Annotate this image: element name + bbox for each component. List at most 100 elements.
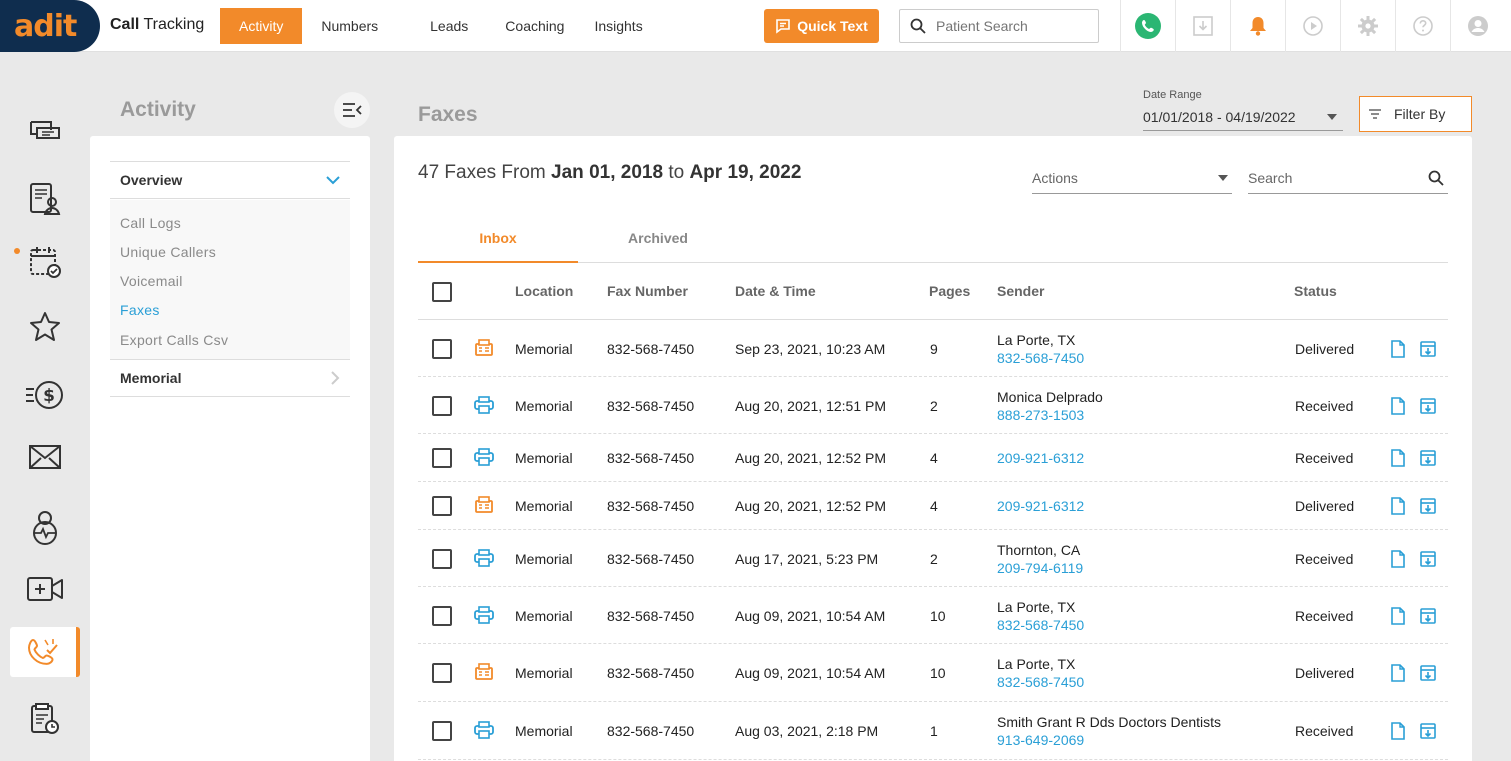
row-checkbox[interactable] (432, 605, 452, 626)
col-date-time[interactable]: Date & Time (735, 283, 816, 299)
tab-archived[interactable]: Archived (578, 218, 738, 263)
archive-icon[interactable] (1419, 607, 1437, 630)
view-document-icon[interactable] (1391, 396, 1405, 420)
cell-sender-phone[interactable]: 209-794-6119 (997, 560, 1083, 576)
archive-icon[interactable] (1419, 497, 1437, 520)
table-row[interactable]: Memorial 832-568-7450 Aug 20, 2021, 12:52 … (418, 482, 1448, 530)
download-icon[interactable] (1175, 0, 1230, 52)
cell-sender-phone[interactable]: 888-273-1503 (997, 407, 1084, 423)
view-document-icon[interactable] (1391, 449, 1405, 472)
rail-contacts-icon[interactable] (10, 112, 80, 152)
cell-pages: 10 (930, 607, 946, 624)
col-status[interactable]: Status (1294, 283, 1337, 299)
quick-text-button[interactable]: Quick Text (764, 9, 879, 43)
tab-inbox[interactable]: Inbox (418, 218, 578, 263)
cell-date-time: Aug 20, 2021, 12:51 PM (735, 397, 886, 414)
view-document-icon[interactable] (1391, 549, 1405, 573)
archive-icon[interactable] (1419, 722, 1437, 745)
row-checkbox[interactable] (432, 496, 452, 516)
rail-star-icon[interactable] (10, 302, 80, 352)
nav-numbers[interactable]: Numbers (302, 8, 397, 44)
caret-down-icon (1218, 174, 1228, 181)
rail-patient-form-icon[interactable] (10, 174, 80, 224)
link-voicemail[interactable]: Voicemail (120, 273, 183, 289)
cell-location: Memorial (515, 340, 573, 357)
archive-icon[interactable] (1419, 449, 1437, 472)
table-row[interactable]: Memorial 832-568-7450 Aug 09, 2021, 10:54 … (418, 644, 1448, 702)
gear-icon[interactable] (1340, 0, 1395, 52)
cell-sender-phone[interactable]: 209-921-6312 (997, 450, 1084, 466)
help-icon[interactable] (1395, 0, 1450, 52)
cell-sender-phone[interactable]: 209-921-6312 (997, 498, 1084, 514)
rail-calendar-icon[interactable] (10, 237, 80, 287)
table-row[interactable]: Memorial 832-568-7450 Aug 20, 2021, 12:52 … (418, 434, 1448, 482)
rail-report-icon[interactable] (10, 694, 80, 744)
link-unique-callers[interactable]: Unique Callers (120, 244, 216, 260)
table-row[interactable]: Memorial 832-568-7450 Sep 23, 2021, 10:23 … (418, 320, 1448, 377)
location-section-header[interactable]: Memorial (110, 359, 350, 397)
col-sender[interactable]: Sender (997, 283, 1044, 299)
col-location[interactable]: Location (515, 283, 573, 299)
user-avatar-icon[interactable] (1450, 0, 1505, 52)
view-document-icon[interactable] (1391, 497, 1405, 520)
view-document-icon[interactable] (1391, 722, 1405, 745)
collapse-sidebar-button[interactable] (334, 92, 370, 128)
nav-insights[interactable]: Insights (578, 8, 661, 44)
rail-health-icon[interactable] (10, 502, 80, 552)
nav-coaching[interactable]: Coaching (499, 8, 578, 44)
nav-leads[interactable]: Leads (397, 8, 499, 44)
phone-icon[interactable] (1120, 0, 1175, 52)
play-icon[interactable] (1285, 0, 1340, 52)
overview-section-header[interactable]: Overview (110, 161, 350, 199)
link-export-calls-csv[interactable]: Export Calls Csv (120, 332, 228, 348)
link-faxes[interactable]: Faxes (120, 302, 160, 318)
row-checkbox[interactable] (432, 663, 452, 683)
rail-mail-icon[interactable] (10, 432, 80, 482)
bell-icon[interactable] (1230, 0, 1285, 52)
fax-sent-icon (473, 663, 495, 686)
cell-location: Memorial (515, 607, 573, 624)
cell-sender-name: Monica Delprado (997, 388, 1103, 405)
fax-sent-icon (473, 496, 495, 519)
col-fax-number[interactable]: Fax Number (607, 283, 688, 299)
actions-dropdown[interactable]: Actions (1032, 162, 1232, 194)
select-all-checkbox[interactable] (432, 282, 452, 302)
cell-sender-phone[interactable]: 832-568-7450 (997, 674, 1084, 690)
cell-date-time: Sep 23, 2021, 10:23 AM (735, 340, 886, 357)
table-row[interactable]: Memorial 832-568-7450 Aug 17, 2021, 5:23 P… (418, 530, 1448, 587)
cell-pages: 10 (930, 665, 946, 681)
archive-icon[interactable] (1419, 664, 1437, 687)
patient-search-input[interactable] (936, 18, 1086, 34)
archive-icon[interactable] (1419, 550, 1437, 573)
view-document-icon[interactable] (1391, 664, 1405, 687)
row-checkbox[interactable] (432, 721, 452, 741)
view-document-icon[interactable] (1391, 606, 1405, 630)
archive-icon[interactable] (1419, 340, 1437, 363)
col-pages[interactable]: Pages (929, 283, 970, 299)
patient-search[interactable] (899, 9, 1099, 43)
cell-sender-phone[interactable]: 913-649-2069 (997, 732, 1084, 748)
archive-icon[interactable] (1419, 397, 1437, 420)
rail-billing-icon[interactable]: $ (10, 370, 80, 420)
rail-call-tracking-icon[interactable] (10, 627, 80, 677)
link-call-logs[interactable]: Call Logs (120, 215, 181, 231)
svg-text:$: $ (43, 386, 55, 406)
date-range-select[interactable]: 01/01/2018 - 04/19/2022 (1143, 104, 1343, 131)
fax-search[interactable]: Search (1248, 162, 1448, 194)
table-row[interactable]: Memorial 832-568-7450 Aug 20, 2021, 12:51 … (418, 377, 1448, 434)
table-row[interactable]: Memorial 832-568-7450 Aug 03, 2021, 2:18 P… (418, 702, 1448, 760)
table-row[interactable]: Memorial 832-568-7450 Aug 09, 2021, 10:54 … (418, 587, 1448, 644)
cell-location: Memorial (515, 450, 573, 466)
view-document-icon[interactable] (1391, 339, 1405, 363)
row-checkbox[interactable] (432, 338, 452, 359)
row-checkbox[interactable] (432, 395, 452, 416)
chevron-down-icon (326, 176, 340, 185)
row-checkbox[interactable] (432, 448, 452, 468)
adit-logo[interactable]: adit (0, 0, 100, 52)
nav-activity[interactable]: Activity (220, 8, 303, 44)
rail-video-icon[interactable] (10, 564, 80, 614)
cell-sender-phone[interactable]: 832-568-7450 (997, 350, 1084, 366)
cell-sender-phone[interactable]: 832-568-7450 (997, 617, 1084, 633)
filter-by-button[interactable]: Filter By (1359, 96, 1472, 132)
row-checkbox[interactable] (432, 548, 452, 569)
